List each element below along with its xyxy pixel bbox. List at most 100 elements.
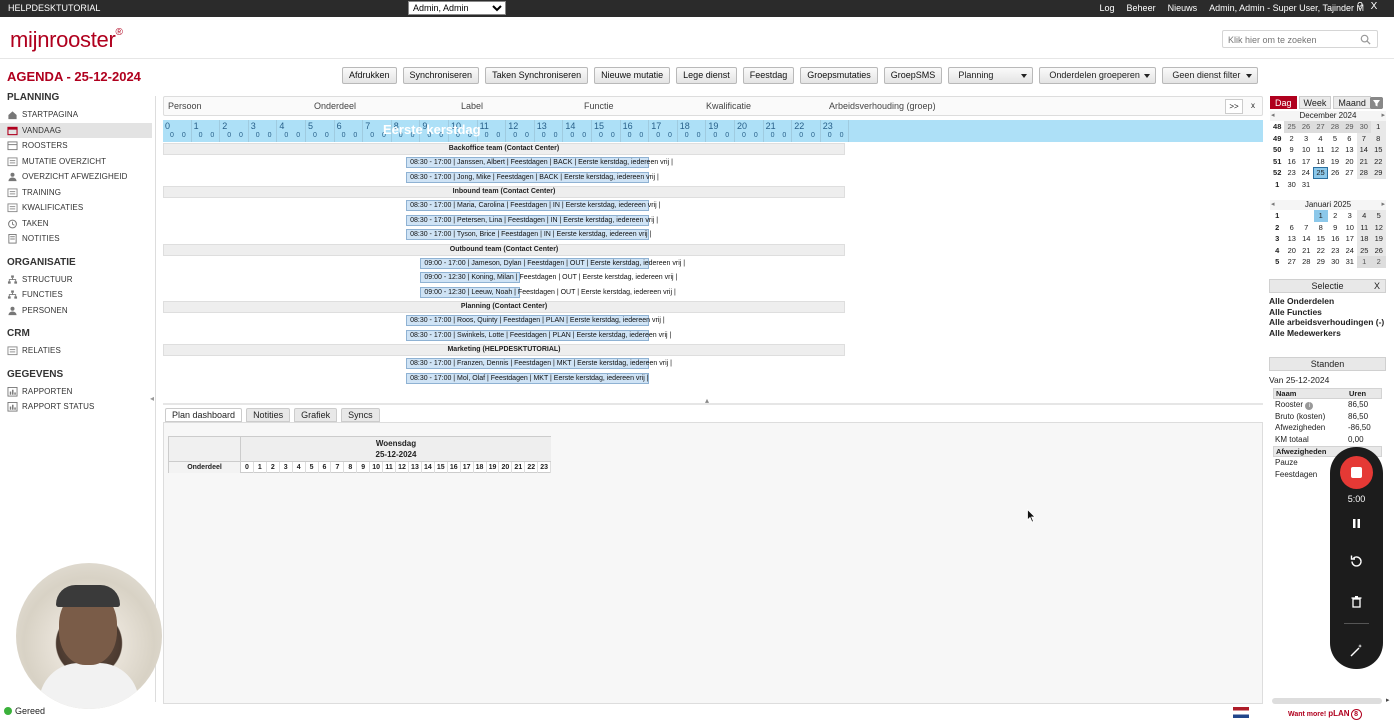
dutch-flag-icon[interactable]: [1233, 707, 1249, 718]
group-mutations-button[interactable]: Groepsmutaties: [800, 67, 878, 84]
calendar-day[interactable]: 5: [1328, 133, 1342, 145]
sidebar-item-rapport-status[interactable]: RAPPORT STATUS: [0, 399, 152, 415]
sidebar-item-structuur[interactable]: STRUCTUUR: [0, 272, 152, 288]
calendar-day[interactable]: 30: [1284, 179, 1298, 191]
group-sms-button[interactable]: GroepSMS: [883, 67, 943, 84]
search-icon[interactable]: [1360, 34, 1371, 45]
group-header[interactable]: Planning (Contact Center): [163, 301, 845, 313]
hour-cell[interactable]: 20 0 0: [735, 120, 764, 142]
hour-cell[interactable]: 22 0 0: [792, 120, 821, 142]
hour-cell[interactable]: 15 0 0: [592, 120, 621, 142]
week-number[interactable]: 3: [1270, 233, 1285, 245]
pause-icon[interactable]: [1348, 515, 1365, 532]
planning-select[interactable]: Planning: [948, 67, 1034, 84]
calendar-day[interactable]: 4: [1313, 133, 1327, 145]
want-more-link[interactable]: Want more! pLAN 8: [1288, 709, 1362, 720]
shift-entry[interactable]: 08:30 - 17:00 | Mol, Olaf | Feestdagen |…: [406, 372, 650, 384]
col-arbeidsverhouding[interactable]: Arbeidsverhouding (groep): [829, 101, 936, 111]
calendar-day[interactable]: 29: [1342, 121, 1357, 133]
collapse-left-icon[interactable]: ◂: [150, 394, 154, 403]
stop-record-button[interactable]: [1340, 456, 1373, 489]
calendar-day[interactable]: 13: [1342, 144, 1356, 156]
hour-cell[interactable]: 17 0 0: [649, 120, 678, 142]
selectie-close-icon[interactable]: X: [1374, 280, 1380, 293]
calendar-day[interactable]: 28: [1327, 121, 1343, 133]
calendar-day[interactable]: 31: [1343, 256, 1358, 268]
calendar-day[interactable]: 13: [1285, 233, 1300, 245]
group-header[interactable]: Marketing (HELPDESKTUTORIAL): [163, 344, 845, 356]
trash-icon[interactable]: [1348, 593, 1365, 610]
calendar-day[interactable]: 3: [1299, 133, 1313, 145]
user-select[interactable]: Admin, Admin: [408, 1, 506, 15]
col-persoon[interactable]: Persoon: [168, 101, 202, 111]
calendar-day[interactable]: 6: [1342, 133, 1356, 145]
calendar-day[interactable]: 26: [1328, 167, 1342, 179]
sidebar-item-mutatie-overzicht[interactable]: MUTATIE OVERZICHT: [0, 154, 152, 170]
hour-cell[interactable]: 00 0: [163, 120, 192, 142]
hour-cell[interactable]: 23 0 0: [821, 120, 850, 142]
calendar-day[interactable]: 28: [1356, 167, 1371, 179]
hour-cell[interactable]: 12 0 0: [506, 120, 535, 142]
filter-icon[interactable]: [1370, 97, 1383, 109]
calendar-day[interactable]: 27: [1285, 256, 1300, 268]
calendar-day[interactable]: 20: [1285, 245, 1300, 257]
panel-splitter[interactable]: [163, 403, 1263, 405]
col-label[interactable]: Label: [461, 101, 483, 111]
calendar-day[interactable]: 26: [1371, 244, 1386, 256]
hour-cell[interactable]: 18 0 0: [678, 120, 707, 142]
calendar-day[interactable]: 17: [1343, 233, 1358, 245]
calendar-day[interactable]: 22: [1371, 155, 1386, 167]
prev-month-icon[interactable]: ◂: [1271, 200, 1275, 210]
sidebar-item-vandaag[interactable]: VANDAAG: [0, 122, 152, 138]
calendar-day[interactable]: 15: [1371, 144, 1386, 156]
selectie-item[interactable]: Alle Medewerkers: [1269, 328, 1389, 339]
help-icon[interactable]: ?: [1354, 1, 1366, 15]
sidebar-item-startpagina[interactable]: STARTPAGINA: [0, 107, 152, 123]
calendar-day[interactable]: 9: [1284, 144, 1298, 156]
calendar-day[interactable]: 10: [1299, 144, 1313, 156]
group-header[interactable]: Inbound team (Contact Center): [163, 186, 845, 198]
calendar-day[interactable]: 7: [1356, 132, 1371, 144]
hour-cell[interactable]: 50 0: [306, 120, 335, 142]
calendar-day[interactable]: 19: [1371, 233, 1386, 245]
tab-week[interactable]: Week: [1298, 96, 1332, 109]
sync-button[interactable]: Synchroniseren: [402, 67, 480, 84]
calendar-day[interactable]: 14: [1299, 233, 1314, 245]
tab-maand[interactable]: Maand: [1333, 96, 1371, 109]
calendar-day[interactable]: 29: [1314, 256, 1329, 268]
calendar-day[interactable]: 2: [1328, 210, 1343, 222]
sidebar-item-personen[interactable]: PERSONEN: [0, 303, 152, 319]
hour-cell[interactable]: 14 0 0: [563, 120, 592, 142]
selectie-header[interactable]: Selectie X: [1269, 279, 1386, 293]
calendar-day[interactable]: 30: [1356, 121, 1371, 133]
shift-entry[interactable]: 09:00 - 17:00 | Jameson, Dylan | Feestda…: [420, 257, 685, 269]
magic-wand-icon[interactable]: [1348, 642, 1365, 659]
calendar-day[interactable]: 21: [1356, 155, 1371, 167]
calendar-day[interactable]: 2: [1371, 256, 1386, 268]
group-parts-select[interactable]: Onderdelen groeperen: [1039, 67, 1157, 84]
scroll-right-icon[interactable]: ▸: [1386, 696, 1390, 704]
shift-entry[interactable]: 08:30 - 17:00 | Maria, Carolina | Feestd…: [406, 200, 660, 211]
shift-entry[interactable]: 08:30 - 17:00 | Jong, Mike | Feestdagen …: [406, 171, 659, 183]
calendar-day[interactable]: 8: [1314, 222, 1329, 234]
calendar-day[interactable]: 18: [1357, 233, 1372, 245]
calendar-day[interactable]: 29: [1371, 167, 1386, 179]
group-header[interactable]: Backoffice team (Contact Center): [163, 143, 845, 155]
hour-cell[interactable]: 60 0: [335, 120, 364, 142]
calendar-day[interactable]: 5: [1371, 210, 1386, 222]
hour-cell[interactable]: 19 0 0: [706, 120, 735, 142]
tab-notities[interactable]: Notities: [246, 408, 291, 422]
week-number[interactable]: 4: [1270, 245, 1285, 257]
calendar-day[interactable]: 2: [1284, 133, 1298, 145]
calendar-day[interactable]: 3: [1343, 210, 1358, 222]
expand-button[interactable]: >>: [1225, 99, 1243, 114]
calendar-day[interactable]: 16: [1284, 156, 1298, 168]
calendar-day[interactable]: 15: [1314, 233, 1329, 245]
sidebar-item-notities[interactable]: NOTITIES: [0, 231, 152, 247]
tab-dag[interactable]: Dag: [1270, 96, 1297, 109]
week-number[interactable]: 1: [1270, 210, 1285, 222]
hour-cell[interactable]: 21 0 0: [764, 120, 793, 142]
print-button[interactable]: Afdrukken: [342, 67, 397, 84]
sidebar-item-taken[interactable]: TAKEN: [0, 216, 152, 232]
logo[interactable]: mijnrooster®: [10, 27, 123, 53]
